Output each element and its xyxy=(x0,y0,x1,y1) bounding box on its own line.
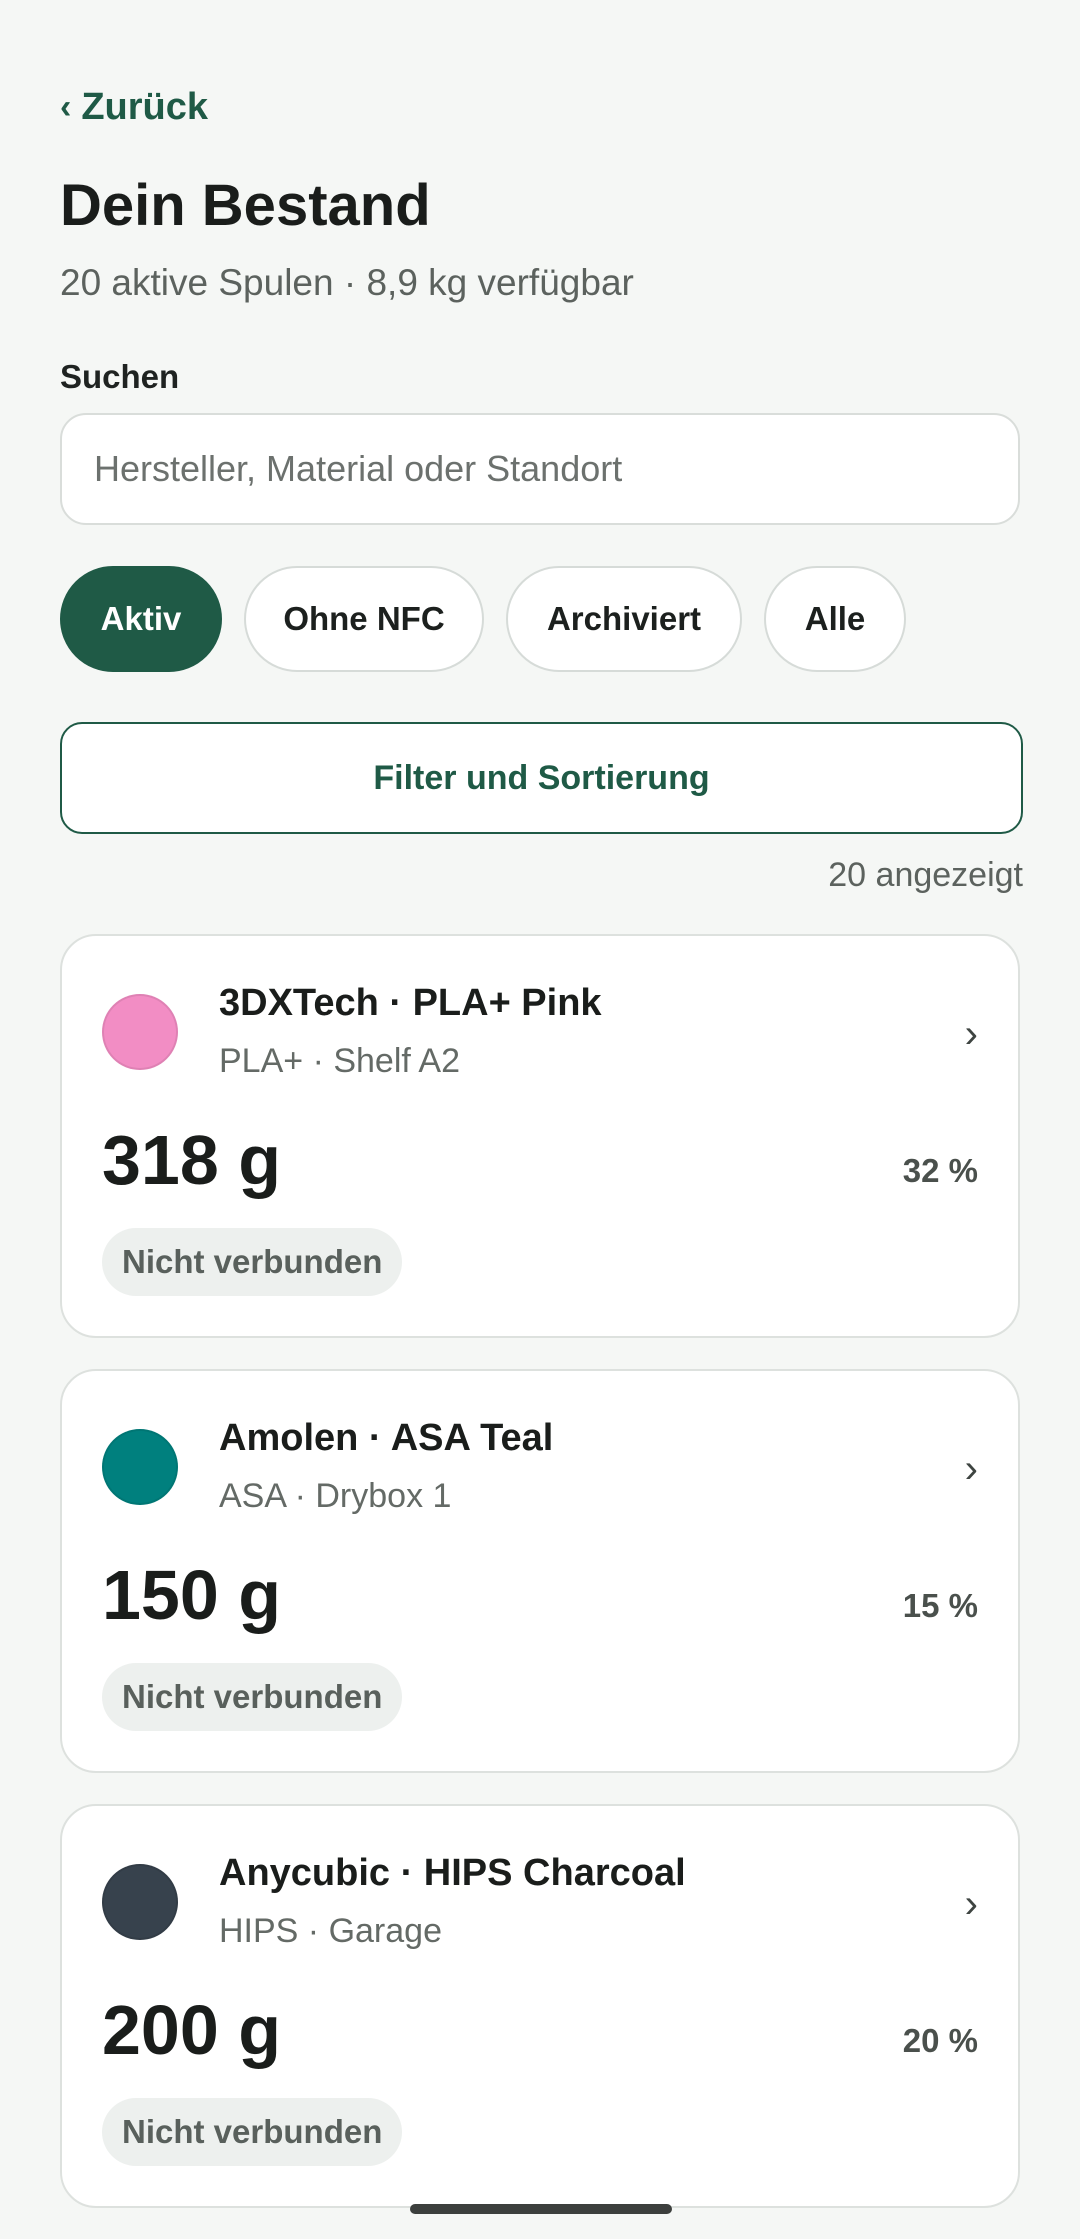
spool-meta: HIPS · Garage xyxy=(219,1912,442,1950)
chevron-right-icon: › xyxy=(964,1012,978,1056)
spool-name: Anycubic · HIPS Charcoal xyxy=(219,1852,686,1894)
spool-card[interactable]: 3DXTech · PLA+ Pink PLA+ · Shelf A2 › 31… xyxy=(60,934,1020,1338)
spool-name: Amolen · ASA Teal xyxy=(219,1417,554,1459)
status-badge: Nicht verbunden xyxy=(102,1663,403,1731)
search-field[interactable] xyxy=(60,413,1020,525)
spool-card[interactable]: Anycubic · HIPS Charcoal HIPS · Garage ›… xyxy=(60,1804,1020,2208)
spool-meta: ASA · Drybox 1 xyxy=(219,1477,452,1515)
inventory-screen: ‹ Zurück Dein Bestand 20 aktive Spulen ·… xyxy=(0,0,1080,2239)
status-badge: Nicht verbunden xyxy=(102,1228,403,1296)
color-swatch xyxy=(102,994,178,1070)
spool-card[interactable]: Amolen · ASA Teal ASA · Drybox 1 › 150 g… xyxy=(60,1369,1020,1773)
search-label: Suchen xyxy=(60,358,180,395)
color-swatch xyxy=(102,1864,178,1940)
back-label: Zurück xyxy=(81,86,209,128)
search-input[interactable] xyxy=(92,447,988,491)
spool-weight: 200 g xyxy=(102,1991,281,2069)
spool-percent: 20 % xyxy=(902,2022,978,2059)
spool-weight: 318 g xyxy=(102,1121,281,1199)
filter-chips: Aktiv Ohne NFC Archiviert Alle xyxy=(60,566,906,672)
chip-archiviert[interactable]: Archiviert xyxy=(506,566,742,672)
chip-aktiv[interactable]: Aktiv xyxy=(60,566,222,672)
page-title: Dein Bestand xyxy=(60,173,431,238)
chip-ohne-nfc[interactable]: Ohne NFC xyxy=(244,566,484,672)
spool-percent: 15 % xyxy=(902,1587,978,1624)
chevron-right-icon: › xyxy=(964,1447,978,1491)
spool-percent: 32 % xyxy=(902,1152,978,1189)
result-count: 20 angezeigt xyxy=(828,856,1023,894)
spool-meta: PLA+ · Shelf A2 xyxy=(219,1042,460,1080)
page-subtitle: 20 aktive Spulen · 8,9 kg verfügbar xyxy=(60,262,634,303)
chip-alle[interactable]: Alle xyxy=(764,566,906,672)
spool-name: 3DXTech · PLA+ Pink xyxy=(219,982,602,1024)
home-indicator[interactable] xyxy=(410,2204,672,2214)
status-badge: Nicht verbunden xyxy=(102,2098,403,2166)
chevron-left-icon: ‹ xyxy=(60,88,72,126)
spool-weight: 150 g xyxy=(102,1556,281,1634)
filter-sort-button[interactable]: Filter und Sortierung xyxy=(60,722,1023,834)
chevron-right-icon: › xyxy=(964,1882,978,1926)
color-swatch xyxy=(102,1429,178,1505)
back-button[interactable]: ‹ Zurück xyxy=(60,86,208,129)
